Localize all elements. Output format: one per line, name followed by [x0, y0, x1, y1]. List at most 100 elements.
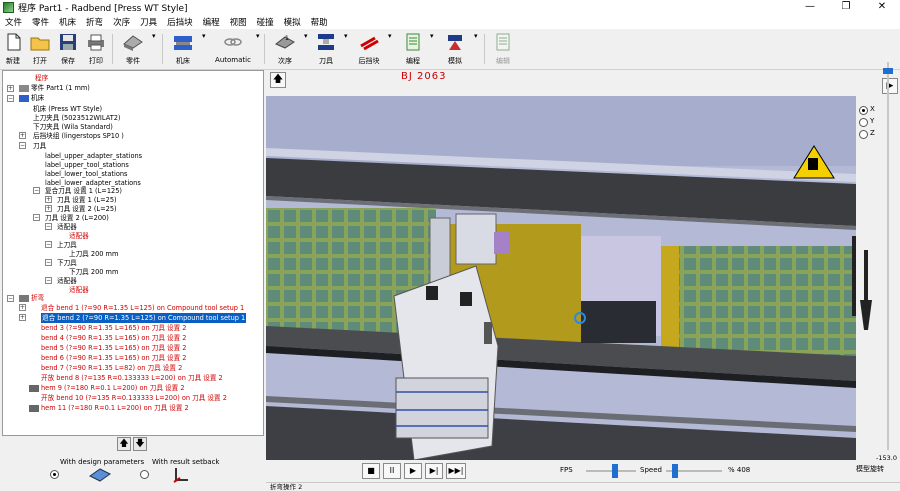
right-arrow-button[interactable]: ▶: [882, 78, 898, 94]
3d-viewport[interactable]: [266, 96, 856, 460]
automatic-button[interactable]: Automatic: [214, 32, 252, 64]
part-button[interactable]: 零件: [118, 32, 148, 66]
fps-label: FPS: [560, 466, 573, 474]
chevron-down-icon[interactable]: ▾: [430, 32, 434, 40]
axis-z-radio[interactable]: [859, 130, 868, 139]
collapse-toggle[interactable]: −: [45, 223, 52, 230]
menu-view[interactable]: 视图: [225, 16, 252, 28]
tree-bend-item[interactable]: bend 6 (?=90 R=1.35 L=165) on 刀具 设置 2: [41, 353, 186, 363]
tree-bend-item[interactable]: bend 5 (?=90 R=1.35 L=165) on 刀具 设置 2: [41, 343, 186, 353]
collapse-toggle[interactable]: −: [7, 95, 14, 102]
programming-button[interactable]: 编程: [400, 32, 426, 66]
end-button[interactable]: ▶▶|: [446, 463, 466, 479]
tree-adapter-child[interactable]: 适配器: [69, 285, 89, 295]
menu-backgauge[interactable]: 后挡块: [162, 16, 198, 28]
tree-part[interactable]: 零件 Part1 (1 mm): [19, 83, 90, 93]
menu-programming[interactable]: 编程: [198, 16, 225, 28]
tree-backgauge[interactable]: 后挡块组 (lingerstops SP10 ): [33, 131, 124, 141]
close-button[interactable]: ✕: [864, 0, 900, 15]
chevron-down-icon[interactable]: ▾: [388, 32, 392, 40]
axis-y-radio[interactable]: [859, 118, 868, 127]
toolbar-separator: [484, 34, 485, 64]
collapse-toggle[interactable]: −: [45, 241, 52, 248]
backgauge-button[interactable]: 后挡块: [354, 32, 384, 66]
menu-file[interactable]: 文件: [0, 16, 27, 28]
step-forward-button[interactable]: ▶|: [425, 463, 443, 479]
simulate-button[interactable]: 模拟: [440, 32, 470, 66]
program-tree[interactable]: 程序 + 零件 Part1 (1 mm) − 机床 机床 (Press WT S…: [2, 70, 264, 436]
menu-simulate[interactable]: 模拟: [279, 16, 306, 28]
maximize-button[interactable]: ❐: [828, 0, 864, 15]
edit-button[interactable]: 编辑: [490, 32, 516, 66]
fps-slider-thumb[interactable]: [612, 464, 618, 478]
toolbar-separator: [162, 34, 163, 64]
chevron-down-icon[interactable]: ▾: [304, 32, 308, 40]
up-arrow-button[interactable]: 🡅: [270, 72, 286, 88]
tree-program-label[interactable]: 程序: [35, 73, 48, 83]
axis-x-radio[interactable]: [859, 106, 868, 115]
expand-toggle[interactable]: +: [19, 132, 26, 139]
menu-collision[interactable]: 碰撞: [252, 16, 279, 28]
fps-slider-track[interactable]: [586, 470, 636, 472]
collapse-toggle[interactable]: −: [7, 295, 14, 302]
menu-machine[interactable]: 机床: [54, 16, 81, 28]
vertical-slider-thumb[interactable]: [883, 68, 893, 74]
folder-icon: [30, 37, 50, 51]
collapse-toggle[interactable]: −: [33, 187, 40, 194]
sequence-button[interactable]: 1 次序: [270, 32, 300, 66]
toolbar-separator: [112, 34, 113, 64]
stop-button[interactable]: ■: [362, 463, 380, 479]
toolbar: 新建 打开 保存 打印 零件 ▾ 机床 ▾ Automatic ▾ 1 次序 ▾…: [0, 30, 900, 70]
tree-bend-item-selected[interactable]: 退合 bend 2 (?=90 R=1.35 L=125) on Compoun…: [41, 313, 247, 323]
axis-panel: X Y Z ▶ -153.0 模型旋转: [856, 62, 900, 490]
design-params-radio[interactable]: [50, 470, 59, 479]
chevron-down-icon[interactable]: ▾: [202, 32, 206, 40]
open-button[interactable]: 打开: [28, 32, 52, 66]
machine-button[interactable]: 机床: [168, 32, 198, 66]
chevron-down-icon[interactable]: ▾: [474, 32, 478, 40]
tree-hem-item[interactable]: hem 9 (?=180 R=0.1 L=200) on 刀具 设置 2: [29, 383, 185, 393]
chevron-down-icon[interactable]: ▾: [152, 32, 156, 40]
menu-part[interactable]: 零件: [27, 16, 54, 28]
move-up-button[interactable]: 🡅: [117, 437, 131, 451]
menu-sequence[interactable]: 次序: [108, 16, 135, 28]
expand-toggle[interactable]: +: [7, 85, 14, 92]
menu-tools[interactable]: 刀具: [135, 16, 162, 28]
expand-toggle[interactable]: +: [45, 205, 52, 212]
speed-slider-thumb[interactable]: [672, 464, 678, 478]
tree-bend-item[interactable]: bend 7 (?=90 R=1.35 L=82) on 刀具 设置 2: [41, 363, 182, 373]
minimize-button[interactable]: —: [792, 0, 828, 15]
tree-bends[interactable]: 折弯: [19, 293, 44, 303]
expand-toggle[interactable]: +: [45, 196, 52, 203]
tree-bend-item[interactable]: 退合 bend 1 (?=90 R=1.35 L=125) on Compoun…: [41, 303, 244, 313]
tree-tool-setup-big[interactable]: 刀具 设置 2 (L=200): [45, 213, 109, 223]
new-button[interactable]: 新建: [2, 32, 24, 66]
collapse-toggle[interactable]: −: [19, 142, 26, 149]
chevron-down-icon[interactable]: ▾: [344, 32, 348, 40]
play-button[interactable]: ▶: [404, 463, 422, 479]
pause-button[interactable]: II: [383, 463, 401, 479]
tree-machine[interactable]: 机床: [19, 93, 44, 103]
expand-toggle[interactable]: +: [19, 314, 26, 321]
sheet-part-icon: [123, 35, 143, 51]
collapse-toggle[interactable]: −: [45, 259, 52, 266]
tree-bend-item[interactable]: 开放 bend 8 (?=135 R=0.133333 L=200) on 刀具…: [41, 373, 223, 383]
save-button[interactable]: 保存: [56, 32, 80, 66]
collapse-toggle[interactable]: −: [33, 214, 40, 221]
tree-bend-item[interactable]: bend 3 (?=90 R=1.35 L=165) on 刀具 设置 2: [41, 323, 186, 333]
chevron-down-icon[interactable]: ▾: [256, 32, 260, 40]
menu-help[interactable]: 帮助: [306, 16, 333, 28]
edit-sheet-icon: [496, 33, 510, 51]
vertical-slider-track[interactable]: [887, 62, 889, 450]
tree-bend-item[interactable]: 开放 bend 10 (?=135 R=0.133333 L=200) on 刀…: [41, 393, 227, 403]
collapse-toggle[interactable]: −: [45, 277, 52, 284]
print-button[interactable]: 打印: [84, 32, 108, 66]
menu-bend[interactable]: 折弯: [81, 16, 108, 28]
tree-tools[interactable]: 刀具: [33, 141, 46, 151]
move-down-button[interactable]: 🡇: [133, 437, 147, 451]
result-setback-radio[interactable]: [140, 470, 149, 479]
expand-toggle[interactable]: +: [19, 304, 26, 311]
tools-button[interactable]: 刀具: [312, 32, 340, 66]
tree-bend-item[interactable]: bend 4 (?=90 R=1.35 L=165) on 刀具 设置 2: [41, 333, 186, 343]
tree-hem-item[interactable]: hem 11 (?=180 R=0.1 L=200) on 刀具 设置 2: [29, 403, 189, 413]
